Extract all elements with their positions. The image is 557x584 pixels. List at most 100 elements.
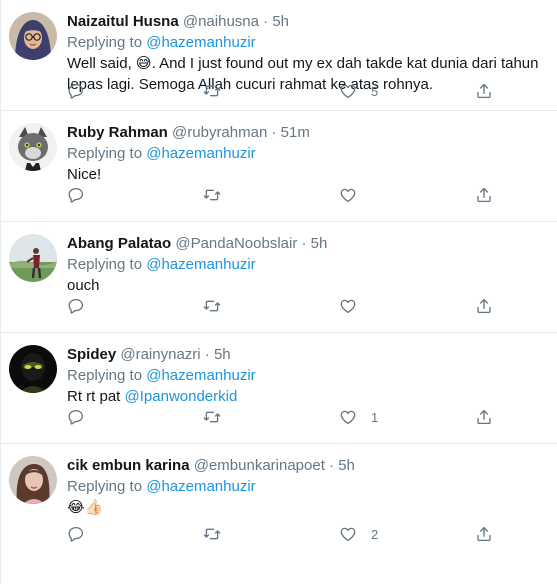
retweet-button[interactable]: [203, 184, 339, 206]
share-icon: [475, 297, 493, 315]
user-handle[interactable]: @rainynazri: [120, 346, 200, 363]
like-button[interactable]: [339, 184, 475, 206]
tweet-header: Naizaitul Husna @naihusna · 5h: [67, 12, 547, 32]
like-count: 1: [371, 409, 379, 425]
tweet-text: Nice!: [67, 166, 102, 183]
tweet-header: Ruby Rahman @rubyrahman · 51m: [67, 123, 547, 143]
like-icon: [339, 186, 357, 204]
tweet-text: 😂👍🏻: [67, 499, 104, 516]
reply-button[interactable]: [67, 295, 203, 317]
reply-button[interactable]: [67, 184, 203, 206]
timestamp[interactable]: 5h: [214, 346, 231, 363]
timestamp[interactable]: 5h: [338, 457, 355, 474]
mention-link[interactable]: @hazemanhuzir: [146, 256, 255, 273]
landscape-avatar[interactable]: [9, 234, 57, 282]
replying-to-label: Replying to: [67, 478, 143, 495]
woman-portrait-avatar[interactable]: [9, 456, 57, 504]
tweet-header: Abang Palatao @PandaNoobslair · 5h: [67, 234, 547, 254]
retweet-button[interactable]: [203, 406, 339, 428]
tweet-actions: [67, 184, 507, 206]
reply-icon: [67, 525, 85, 543]
share-icon: [475, 186, 493, 204]
share-button[interactable]: [475, 406, 507, 428]
like-icon: [339, 297, 357, 315]
replying-to-label: Replying to: [67, 145, 143, 162]
separator-dot: ·: [271, 124, 277, 141]
timestamp[interactable]: 51m: [281, 124, 310, 141]
like-icon: [339, 525, 357, 543]
reply-button[interactable]: [67, 523, 203, 545]
reply-icon: [67, 408, 85, 426]
reply-button[interactable]: [67, 80, 203, 102]
display-name[interactable]: cik embun karina: [67, 457, 190, 474]
tweet-actions: [67, 295, 507, 317]
separator-dot: ·: [329, 457, 335, 474]
display-name[interactable]: Abang Palatao: [67, 235, 171, 252]
reply-icon: [67, 186, 85, 204]
tweet-reply[interactable]: Spidey @rainynazri · 5h Replying to @haz…: [1, 333, 557, 444]
retweet-button[interactable]: [203, 295, 339, 317]
like-count: 2: [371, 526, 379, 542]
like-button[interactable]: 2: [339, 523, 475, 545]
tweet-reply[interactable]: Ruby Rahman @rubyrahman · 51m Replying t…: [1, 111, 557, 222]
replying-to-label: Replying to: [67, 367, 143, 384]
masked-face-avatar[interactable]: [9, 345, 57, 393]
user-handle[interactable]: @embunkarinapoet: [194, 457, 325, 474]
reply-button[interactable]: [67, 406, 203, 428]
user-handle[interactable]: @naihusna: [183, 13, 259, 30]
timestamp[interactable]: 5h: [272, 13, 289, 30]
share-button[interactable]: [475, 295, 507, 317]
retweet-icon: [203, 525, 221, 543]
tweet-text: ouch: [67, 277, 100, 294]
like-button[interactable]: 5: [339, 80, 475, 102]
replying-to-label: Replying to: [67, 34, 143, 51]
reply-thread: Naizaitul Husna @naihusna · 5h Replying …: [0, 0, 557, 584]
tweet-reply[interactable]: Abang Palatao @PandaNoobslair · 5h Reply…: [1, 222, 557, 333]
woman-hijab-glasses-avatar[interactable]: [9, 12, 57, 60]
display-name[interactable]: Spidey: [67, 346, 116, 363]
mention-link[interactable]: @hazemanhuzir: [146, 478, 255, 495]
timestamp[interactable]: 5h: [311, 235, 328, 252]
tweet-reply[interactable]: cik embun karina @embunkarinapoet · 5h R…: [1, 444, 557, 562]
tweet-actions: 1: [67, 406, 507, 428]
retweet-icon: [203, 186, 221, 204]
user-handle[interactable]: @PandaNoobslair: [175, 235, 297, 252]
retweet-button[interactable]: [203, 80, 339, 102]
separator-dot: ·: [263, 13, 269, 30]
tweet-text-part: Well said,: [67, 55, 132, 72]
reply-icon: [67, 82, 85, 100]
mention-link[interactable]: @Ipanwonderkid: [125, 388, 238, 405]
user-handle[interactable]: @rubyrahman: [172, 124, 267, 141]
retweet-icon: [203, 408, 221, 426]
retweet-icon: [203, 82, 221, 100]
tweet-header: cik embun karina @embunkarinapoet · 5h: [67, 456, 547, 476]
share-button[interactable]: [475, 80, 507, 102]
replying-to: Replying to @hazemanhuzir: [67, 143, 547, 164]
like-button[interactable]: 1: [339, 406, 475, 428]
mention-link[interactable]: @hazemanhuzir: [146, 34, 255, 51]
share-icon: [475, 82, 493, 100]
tweet-text: Rt rt pat @Ipanwonderkid: [67, 386, 547, 407]
like-count: 5: [371, 83, 379, 99]
share-icon: [475, 525, 493, 543]
replying-to: Replying to @hazemanhuzir: [67, 254, 547, 275]
share-button[interactable]: [475, 523, 507, 545]
tweet-header: Spidey @rainynazri · 5h: [67, 345, 547, 365]
sweat-smile-emoji: 😅: [135, 55, 152, 72]
display-name[interactable]: Naizaitul Husna: [67, 13, 179, 30]
cat-avatar[interactable]: [9, 123, 57, 171]
mention-link[interactable]: @hazemanhuzir: [146, 145, 255, 162]
display-name[interactable]: Ruby Rahman: [67, 124, 168, 141]
tweet-reply[interactable]: Naizaitul Husna @naihusna · 5h Replying …: [1, 0, 557, 111]
replying-to: Replying to @hazemanhuzir: [67, 32, 547, 53]
replying-to-label: Replying to: [67, 256, 143, 273]
tweet-actions: 2: [67, 523, 507, 545]
separator-dot: ·: [204, 346, 210, 363]
share-button[interactable]: [475, 184, 507, 206]
tweet-actions: 5: [67, 80, 507, 102]
reply-icon: [67, 297, 85, 315]
retweet-button[interactable]: [203, 523, 339, 545]
mention-link[interactable]: @hazemanhuzir: [146, 367, 255, 384]
like-icon: [339, 408, 357, 426]
like-button[interactable]: [339, 295, 475, 317]
